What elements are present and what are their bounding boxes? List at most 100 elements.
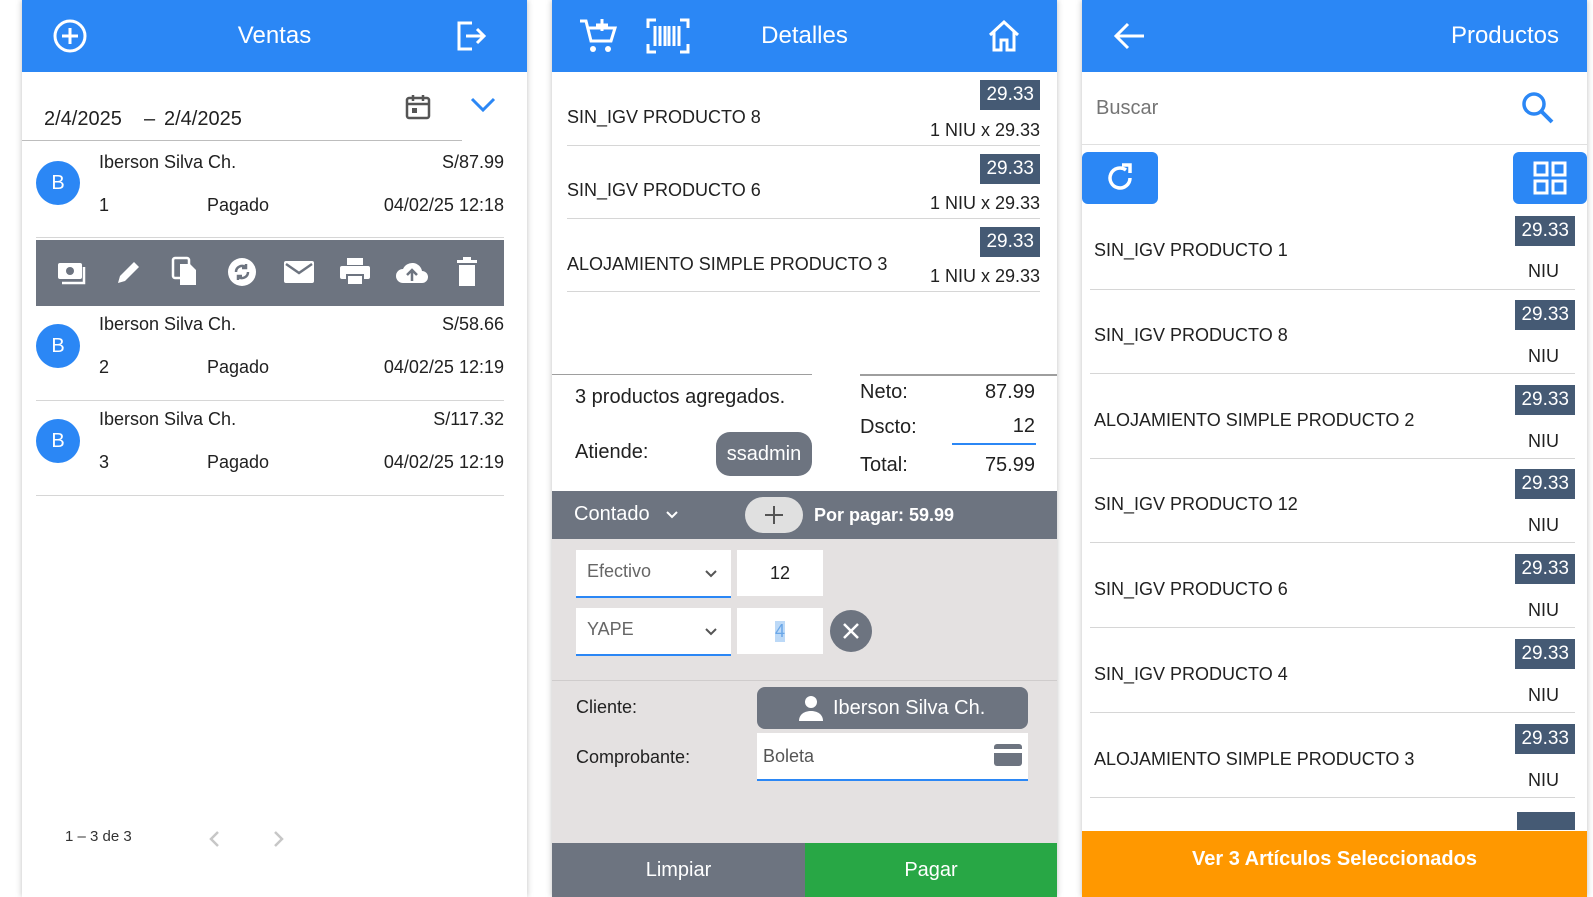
product-price: 29.33 bbox=[1515, 469, 1575, 499]
cash-icon[interactable] bbox=[56, 257, 88, 289]
divider bbox=[567, 145, 1040, 146]
product-name: SIN_IGV PRODUCTO 1 bbox=[1094, 240, 1288, 260]
sale-amount: S/87.99 bbox=[441, 152, 504, 172]
dscto-underline bbox=[952, 443, 1036, 445]
product-name: SIN_IGV PRODUCTO 12 bbox=[1094, 494, 1298, 514]
sale-customer: Iberson Silva Ch. bbox=[99, 314, 237, 334]
neto-label: Neto: bbox=[860, 381, 908, 403]
avatar: B bbox=[36, 324, 80, 368]
sale-amount: S/58.66 bbox=[441, 314, 504, 334]
refresh-button[interactable] bbox=[1082, 152, 1158, 204]
payment-type-select[interactable]: Contado bbox=[574, 503, 650, 526]
products-count-text: 3 productos agregados. bbox=[575, 386, 786, 408]
date-from[interactable]: 2/4/2025 bbox=[44, 108, 122, 131]
payment-method-value: YAPE bbox=[587, 619, 634, 639]
chevron-down-icon[interactable] bbox=[664, 508, 680, 522]
sale-number: 2 bbox=[99, 357, 110, 377]
chevron-down-icon[interactable] bbox=[469, 93, 497, 117]
arrow-back-icon[interactable] bbox=[1112, 20, 1146, 52]
ventas-header: Ventas bbox=[22, 0, 527, 72]
neto-value: 87.99 bbox=[984, 381, 1035, 403]
product-price: 29.33 bbox=[1515, 554, 1575, 584]
comprobante-label: Comprobante: bbox=[576, 747, 691, 767]
divider bbox=[36, 237, 504, 238]
date-underline bbox=[22, 140, 462, 141]
home-icon[interactable] bbox=[986, 18, 1022, 54]
page-title: Productos bbox=[1450, 22, 1559, 49]
logout-icon[interactable] bbox=[452, 18, 488, 54]
receipt-type-input[interactable]: Boleta bbox=[757, 733, 1028, 781]
divider bbox=[1090, 289, 1575, 290]
chevron-right-icon[interactable] bbox=[268, 828, 288, 850]
close-icon bbox=[843, 623, 859, 639]
ventas-panel: Ventas 2/4/2025 – 2/4/2025 B Iberson Sil… bbox=[22, 0, 527, 897]
dscto-input[interactable]: 12 bbox=[1013, 415, 1035, 438]
payment-method-select[interactable]: YAPE bbox=[576, 608, 731, 656]
seller-chip[interactable]: ssadmin bbox=[716, 432, 812, 476]
payment-method-value: Efectivo bbox=[587, 561, 652, 581]
clear-button[interactable]: Limpiar bbox=[552, 843, 805, 897]
cliente-label: Cliente: bbox=[576, 697, 638, 717]
cart-item-name: ALOJAMIENTO SIMPLE PRODUCTO 3 bbox=[567, 254, 888, 274]
product-price: 29.33 bbox=[1515, 300, 1575, 330]
sale-customer: Iberson Silva Ch. bbox=[99, 409, 237, 429]
copy-icon[interactable] bbox=[170, 255, 200, 287]
grid-view-button[interactable] bbox=[1513, 152, 1587, 204]
client-name: Iberson Silva Ch. bbox=[833, 697, 986, 719]
search-bar bbox=[1082, 72, 1587, 145]
client-select-button[interactable]: Iberson Silva Ch. bbox=[757, 687, 1028, 729]
delete-icon[interactable] bbox=[454, 256, 480, 288]
date-to[interactable]: 2/4/2025 bbox=[164, 108, 242, 131]
total-label: Total: bbox=[860, 454, 908, 476]
upload-icon[interactable] bbox=[394, 257, 430, 287]
avatar: B bbox=[36, 161, 80, 205]
remove-payment-button[interactable] bbox=[830, 610, 872, 652]
divider bbox=[1090, 797, 1575, 798]
order-summary: 3 productos agregados. Atiende: ssadmin … bbox=[552, 374, 1057, 491]
cart-item-total: 29.33 bbox=[980, 154, 1040, 184]
search-input[interactable] bbox=[1094, 90, 1498, 126]
product-list: 29.33 SIN_IGV PRODUCTO 1 NIU 29.33 SIN_I… bbox=[1082, 210, 1587, 830]
sale-number: 1 bbox=[99, 195, 110, 215]
chevron-left-icon[interactable] bbox=[205, 828, 225, 850]
credit-card-icon[interactable] bbox=[993, 743, 1023, 767]
edit-icon[interactable] bbox=[114, 257, 144, 287]
product-price bbox=[1517, 812, 1575, 830]
divider bbox=[36, 400, 504, 401]
plus-icon bbox=[765, 506, 783, 524]
dscto-label: Dscto: bbox=[860, 416, 917, 438]
divider bbox=[552, 374, 812, 375]
product-unit: NIU bbox=[1528, 515, 1559, 535]
search-icon[interactable] bbox=[1520, 90, 1556, 126]
receipt-type-value: Boleta bbox=[763, 746, 815, 766]
sync-icon[interactable] bbox=[226, 256, 258, 288]
pay-button[interactable]: Pagar bbox=[805, 843, 1057, 897]
cart-item-quantity: 1 NIU x 29.33 bbox=[929, 120, 1040, 140]
payment-amount-input[interactable]: 12 bbox=[737, 550, 823, 596]
divider bbox=[567, 291, 1040, 292]
status-badge: Pagado bbox=[207, 357, 270, 377]
productos-header: Productos bbox=[1082, 0, 1587, 72]
product-unit: NIU bbox=[1528, 346, 1559, 366]
cart-item-quantity: 1 NIU x 29.33 bbox=[929, 193, 1040, 213]
product-name: SIN_IGV PRODUCTO 6 bbox=[1094, 579, 1288, 599]
person-icon bbox=[799, 696, 823, 721]
payment-amount-input[interactable]: 4 bbox=[737, 608, 823, 654]
detalles-panel: Detalles 29.33 SIN_IGV PRODUCTO 8 1 NIU … bbox=[552, 0, 1057, 897]
calendar-icon[interactable] bbox=[404, 93, 432, 121]
mail-icon[interactable] bbox=[283, 259, 315, 285]
divider bbox=[552, 680, 1057, 681]
view-selected-button[interactable]: Ver 3 Artículos Seleccionados bbox=[1082, 831, 1587, 897]
payment-method-select[interactable]: Efectivo bbox=[576, 550, 731, 598]
divider bbox=[1090, 373, 1575, 374]
add-payment-button[interactable] bbox=[745, 497, 803, 533]
payment-bar: Contado Por pagar: 59.99 bbox=[552, 491, 1057, 539]
sale-datetime: 04/02/25 12:18 bbox=[383, 195, 504, 215]
product-name: ALOJAMIENTO SIMPLE PRODUCTO 3 bbox=[1094, 749, 1415, 769]
paginator-range: 1 – 3 de 3 bbox=[65, 828, 132, 845]
date-separator: – bbox=[144, 108, 156, 130]
cart-items-list: 29.33 SIN_IGV PRODUCTO 8 1 NIU x 29.33 2… bbox=[552, 72, 1057, 374]
product-unit: NIU bbox=[1528, 600, 1559, 620]
print-icon[interactable] bbox=[339, 257, 371, 287]
divider bbox=[1090, 542, 1575, 543]
